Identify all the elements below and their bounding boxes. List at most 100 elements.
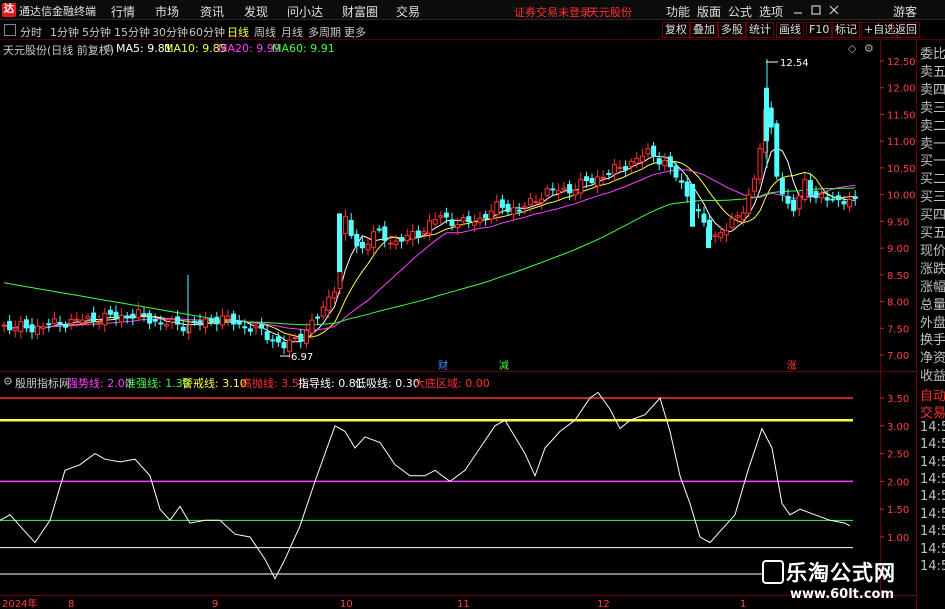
diamond-icon[interactable]: ◇ (848, 42, 856, 55)
period-60min[interactable]: 60分钟 (189, 24, 225, 40)
candle-body (119, 314, 125, 323)
candle-body (673, 165, 679, 178)
mark-button[interactable]: 标记 (832, 22, 860, 38)
candle-body (830, 198, 836, 201)
menu-options[interactable]: 选项 (759, 3, 783, 20)
candle-body (684, 181, 690, 197)
candle-body (824, 197, 830, 201)
time-label-jan: 1 (740, 599, 746, 609)
chart-settings-icon[interactable]: ⚙ (864, 42, 874, 55)
candle-body (158, 322, 164, 325)
menu-markets[interactable]: 市场 (155, 3, 179, 20)
quote-item: 买一 (920, 154, 945, 170)
menu-discover[interactable]: 发现 (244, 3, 268, 20)
multi-stock-button[interactable]: 多股 (718, 22, 746, 38)
period-multi[interactable]: 多周期 (308, 24, 341, 40)
period-5min[interactable]: 5分钟 (82, 24, 111, 40)
indicator-settings-icon[interactable]: ⚙ (3, 375, 13, 388)
event-marker-finance[interactable]: 财 (438, 359, 448, 372)
candle-body (35, 325, 41, 335)
candle-body (679, 180, 685, 183)
menu-layout[interactable]: 版面 (697, 3, 721, 20)
candle-body (807, 180, 813, 196)
settings-gear-icon[interactable]: ⚙ (104, 42, 114, 55)
back-button[interactable]: 返回 (892, 22, 920, 38)
event-marker-reduce[interactable]: 减 (499, 360, 509, 372)
candle-body (96, 321, 102, 324)
chart-area[interactable]: 12.5012.0011.5011.0010.5010.009.509.008.… (0, 40, 916, 609)
candle-body (382, 226, 388, 241)
candle-body (236, 320, 242, 325)
menu-wenxiaoda[interactable]: 问小达 (287, 3, 323, 20)
candle-body (438, 215, 444, 218)
menu-function[interactable]: 功能 (666, 3, 690, 20)
auto-trade-label[interactable]: 交易 (920, 402, 945, 421)
menu-formula[interactable]: 公式 (728, 3, 752, 20)
candle-body (130, 313, 136, 319)
menu-market[interactable]: 行情 (111, 3, 135, 20)
indicator-name[interactable]: 殷朋指标网 (15, 375, 70, 391)
period-intraday[interactable]: 分时 (20, 24, 42, 40)
quote-item: 换手 (920, 333, 945, 349)
menu-news[interactable]: 资讯 (200, 3, 224, 20)
layout-toggle-icon[interactable] (4, 24, 16, 36)
period-1min[interactable]: 1分钟 (50, 24, 79, 40)
candle-body (1, 324, 7, 327)
candle-body (46, 323, 52, 326)
ma-line (3, 169, 856, 331)
candle-body (701, 213, 707, 223)
candle-body (567, 184, 573, 194)
quote-item: 外盘 (920, 315, 945, 331)
candle-body (91, 312, 97, 322)
close-icon[interactable] (828, 4, 840, 16)
period-daily[interactable]: 日线 (227, 24, 249, 40)
price-tick-label: 11.00 (887, 137, 916, 148)
draw-line-button[interactable]: 画线 (776, 22, 804, 38)
period-weekly[interactable]: 周线 (254, 24, 276, 40)
time-label-oct: 10 (340, 599, 353, 609)
ma-line (3, 187, 856, 326)
candle-body-drop (706, 226, 711, 249)
sell-high-line-label: 高抛线: 3.50 (241, 377, 306, 390)
price-tick-label: 12.50 (887, 57, 916, 68)
candle-body (214, 316, 220, 325)
maximize-icon[interactable] (810, 4, 822, 16)
candle-body (231, 313, 237, 325)
candle-body (628, 160, 634, 167)
candle-body (483, 213, 489, 219)
period-monthly[interactable]: 月线 (281, 24, 303, 40)
candle-body-drop (690, 183, 695, 227)
overlay-button[interactable]: 叠加 (690, 22, 718, 38)
indicator-tick-label: 2.00 (887, 477, 909, 488)
menu-wealth-circle[interactable]: 财富圈 (342, 3, 378, 20)
menu-trade[interactable]: 交易 (396, 3, 420, 20)
candle-body (7, 320, 13, 331)
candle-body (85, 315, 91, 320)
statistics-button[interactable]: 统计 (746, 22, 774, 38)
candle-body (539, 198, 545, 203)
candle-body (79, 319, 85, 324)
price-chart-title[interactable]: 天元股份(日线 前复权) (3, 42, 114, 58)
auto-trade-label[interactable]: 自动 (920, 385, 945, 404)
candle-body (729, 218, 735, 228)
semi-strong-line-label: 准强线: 1.30 (125, 377, 190, 390)
f10-button[interactable]: F10 (806, 22, 833, 38)
candle-body (511, 207, 517, 215)
candle-body (163, 323, 169, 327)
trade-time-item: 14:56 (920, 541, 945, 557)
candle-body (169, 318, 175, 323)
trade-login-status[interactable]: 证券交易未登录 (514, 4, 591, 20)
candle-body (51, 318, 57, 324)
candle-body (455, 224, 461, 228)
period-15min[interactable]: 15分钟 (114, 24, 150, 40)
event-marker-rise[interactable]: 涨 (787, 360, 797, 372)
quote-item: 买四 (920, 208, 945, 224)
guest-user[interactable]: 游客 (893, 3, 917, 20)
adjust-button[interactable]: 复权 (662, 22, 690, 38)
minimize-icon[interactable] (792, 4, 804, 16)
buy-low-line-label: 低吸线: 0.30 (355, 377, 420, 390)
period-30min[interactable]: 30分钟 (152, 24, 188, 40)
period-more[interactable]: 更多 (344, 24, 366, 40)
candle-body (359, 241, 365, 249)
candle-body (292, 336, 298, 340)
